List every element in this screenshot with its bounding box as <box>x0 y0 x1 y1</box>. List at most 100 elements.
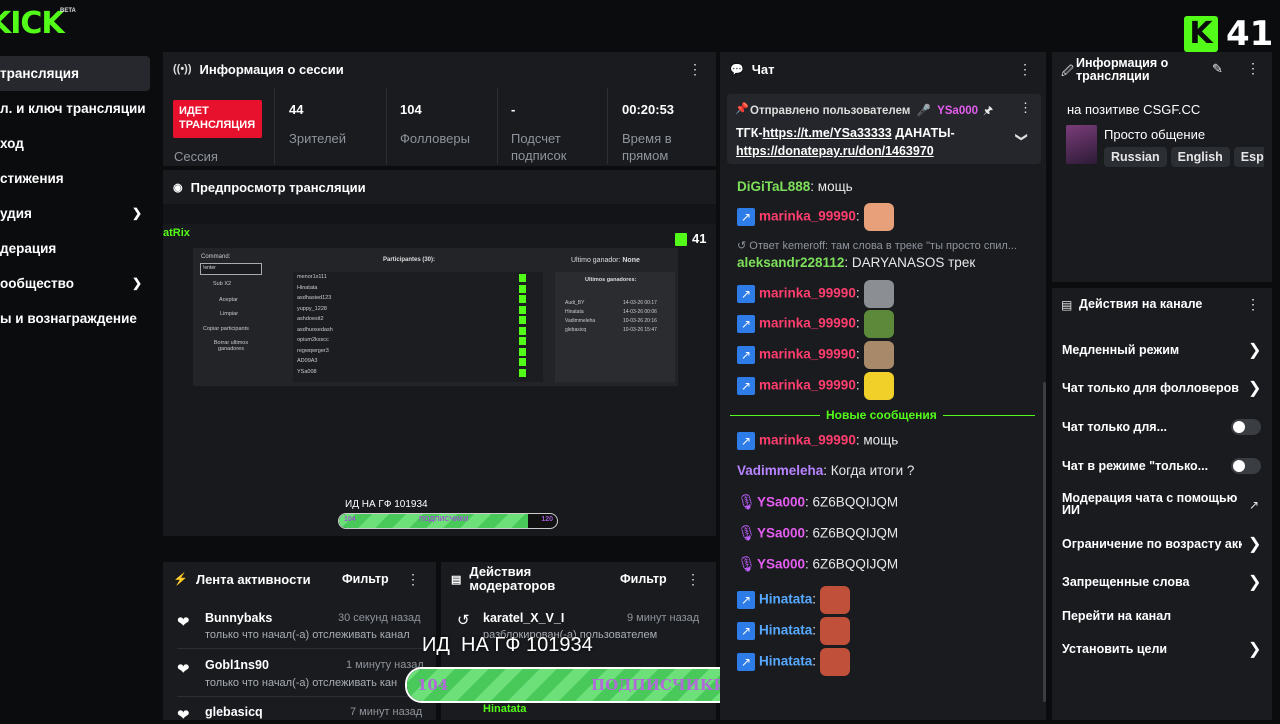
mic-badge-icon: 🎙 <box>737 556 757 573</box>
emote-only-toggle[interactable] <box>1231 458 1261 474</box>
subscriber-badge-icon: ↗ <box>737 346 755 364</box>
participant-row: menor1x111 <box>297 274 327 280</box>
stream-category[interactable]: Просто общение <box>1104 127 1205 142</box>
sidebar-item-achievements[interactable]: стижения <box>0 161 150 196</box>
set-goals-item[interactable]: Установить цели <box>1062 642 1167 656</box>
session-menu-icon[interactable]: ⋮ <box>688 52 702 86</box>
activity-user[interactable]: Gobl1ns90 <box>205 658 269 672</box>
subscriber-badge-icon: ↗ <box>737 591 755 609</box>
mod-action-user[interactable]: karatel_X_V_I <box>483 611 564 625</box>
preview-brand: atRix <box>163 227 190 239</box>
tag-russian[interactable]: Russian <box>1104 147 1167 167</box>
chat-username[interactable]: Hinatata <box>759 623 812 638</box>
channel-actions-title: Действия на канале <box>1079 297 1203 311</box>
sidebar-item-community[interactable]: ообщество ❯ <box>0 266 150 301</box>
activity-menu-icon[interactable]: ⋮ <box>406 562 420 596</box>
sidebar-item-stream-key[interactable]: л. и ключ трансляции <box>0 91 150 126</box>
chat-username[interactable]: Vadimmeleha <box>737 463 823 478</box>
chat-message: ↗ Hinatata: <box>737 586 851 614</box>
kick-badge-icon <box>519 358 526 366</box>
subscriber-badge-icon: ↗ <box>737 315 755 333</box>
chat-username[interactable]: marinka_99990 <box>759 316 856 331</box>
copy-participants-button: Copiar participants <box>203 326 249 332</box>
chat-username[interactable]: Hinatata <box>759 592 812 607</box>
chevron-right-icon[interactable]: ❯ <box>1248 572 1261 592</box>
video-preview[interactable]: atRix 41 Command: !enter Sub X2 Aceptar … <box>163 224 716 536</box>
sidebar-item-studio[interactable]: удия ❯ <box>0 196 150 231</box>
banned-words-item[interactable]: Запрещенные слова <box>1062 575 1189 589</box>
activity-filter-button[interactable]: Фильтр <box>342 572 389 586</box>
expand-chevron-icon[interactable]: ❯ <box>1015 132 1029 142</box>
chat-message: ↗ marinka_99990: <box>737 372 894 400</box>
chat-username[interactable]: marinka_99990 <box>759 433 856 448</box>
subs-only-toggle[interactable] <box>1231 419 1261 435</box>
mod-menu-icon[interactable]: ⋮ <box>686 562 700 596</box>
chat-username[interactable]: aleksandr228112 <box>737 255 844 270</box>
participant-row: yuppy_1228 <box>297 305 327 312</box>
beta-badge: BETA <box>60 8 76 14</box>
subscriber-badge-icon: ↗ <box>737 622 755 640</box>
chat-header: 💬 Чат <box>720 52 1046 86</box>
subscriber-badge-icon: ↗ <box>737 653 755 671</box>
go-to-channel-item[interactable]: Перейти на канал <box>1062 609 1171 623</box>
chat-menu-icon[interactable]: ⋮ <box>1018 52 1032 86</box>
mod-filter-button[interactable]: Фильтр <box>620 572 667 586</box>
stream-info-menu-icon[interactable]: ⋮ <box>1246 60 1260 77</box>
subscriber-badge-icon: ↗ <box>737 285 755 303</box>
pinned-menu-icon[interactable]: ⋮ <box>1019 100 1032 116</box>
participant-row: ashdoesit2 <box>297 316 324 322</box>
edit-icon[interactable]: ✎ <box>1212 61 1223 77</box>
chat-username[interactable]: YSa000 <box>757 526 805 541</box>
sidebar-item-moderation[interactable]: дерация <box>0 231 150 266</box>
preview-goal-bar: 104 ПОДПИСЧИКИ 120 <box>338 513 558 529</box>
kick-logo[interactable]: KICK <box>0 6 65 41</box>
age-restriction-item[interactable]: Ограничение по возрасту акк <box>1062 537 1242 551</box>
external-link-icon[interactable]: ↗ <box>1249 498 1259 512</box>
pin-icon: 📌 <box>735 103 749 115</box>
chat-username[interactable]: DiGiTaL888 <box>737 179 810 194</box>
sidebar-item-rewards[interactable]: ы и вознаграждение <box>0 301 150 336</box>
chevron-right-icon[interactable]: ❯ <box>1248 340 1261 360</box>
chevron-right-icon[interactable]: ❯ <box>1248 639 1261 659</box>
kick-badge-icon <box>519 295 526 303</box>
lightning-icon: ⚡ <box>173 572 188 586</box>
followers-only-item[interactable]: Чат только для фолловеров <box>1062 381 1239 395</box>
chat-username[interactable]: marinka_99990 <box>759 286 856 301</box>
channel-actions-menu-icon[interactable]: ⋮ <box>1246 296 1260 313</box>
unpin-icon[interactable]: 🖈 <box>983 102 993 121</box>
sidebar-item-stream[interactable]: трансляция <box>0 56 150 91</box>
emote-image <box>863 310 894 338</box>
chat-username[interactable]: YSa000 <box>757 495 805 510</box>
chat-username[interactable]: marinka_99990 <box>759 378 856 393</box>
mod-actions-header: ▤ Действия модераторов <box>441 562 716 596</box>
chat-scrollbar[interactable] <box>1043 382 1046 702</box>
mod-action-user-2[interactable]: Hinatata <box>483 703 526 715</box>
sidebar-item-income[interactable]: ход <box>0 126 150 161</box>
chat-username[interactable]: YSa000 <box>757 557 805 572</box>
activity-user[interactable]: Bunnybaks <box>205 611 272 625</box>
activity-user[interactable]: glebasicq <box>205 705 263 719</box>
chevron-right-icon[interactable]: ❯ <box>1248 534 1261 554</box>
tag-spanish[interactable]: Esp <box>1233 147 1264 167</box>
pinned-mid: ДАНАТЫ- <box>891 126 955 140</box>
chevron-right-icon[interactable]: ❯ <box>1248 378 1261 398</box>
command-input: !enter <box>200 263 262 275</box>
kick-badge-icon <box>519 274 526 282</box>
ai-moderation-item[interactable]: Модерация чата с помощью ИИ <box>1062 492 1242 517</box>
activity-feed-header: ⚡ Лента активности <box>163 562 436 596</box>
pinned-link-1[interactable]: https://t.me/YSa33333 <box>763 126 892 140</box>
participant-row: regwqwrger3 <box>297 347 329 354</box>
pinned-link-2[interactable]: https://donatepay.ru/don/1463970 <box>736 144 934 158</box>
chat-text: : 6Z6BQQIJQM <box>805 525 899 541</box>
slow-mode-item[interactable]: Медленный режим <box>1062 343 1179 357</box>
activity-desc: только что начал(-а) отслеживать канал <box>205 629 410 641</box>
tag-english[interactable]: English <box>1170 147 1230 167</box>
preview-goal-target: 120 <box>541 516 553 523</box>
chat-username[interactable]: marinka_99990 <box>759 347 856 362</box>
chat-username[interactable]: marinka_99990 <box>759 209 856 224</box>
divider <box>607 88 608 164</box>
live-badge-text: ИДЕТ ТРАНСЛЯЦИЯ <box>179 105 256 131</box>
category-thumbnail[interactable] <box>1066 125 1097 164</box>
chat-username[interactable]: Hinatata <box>759 654 812 669</box>
chat-message: 🎙YSa000: 6Z6BQQIJQM <box>737 525 898 543</box>
